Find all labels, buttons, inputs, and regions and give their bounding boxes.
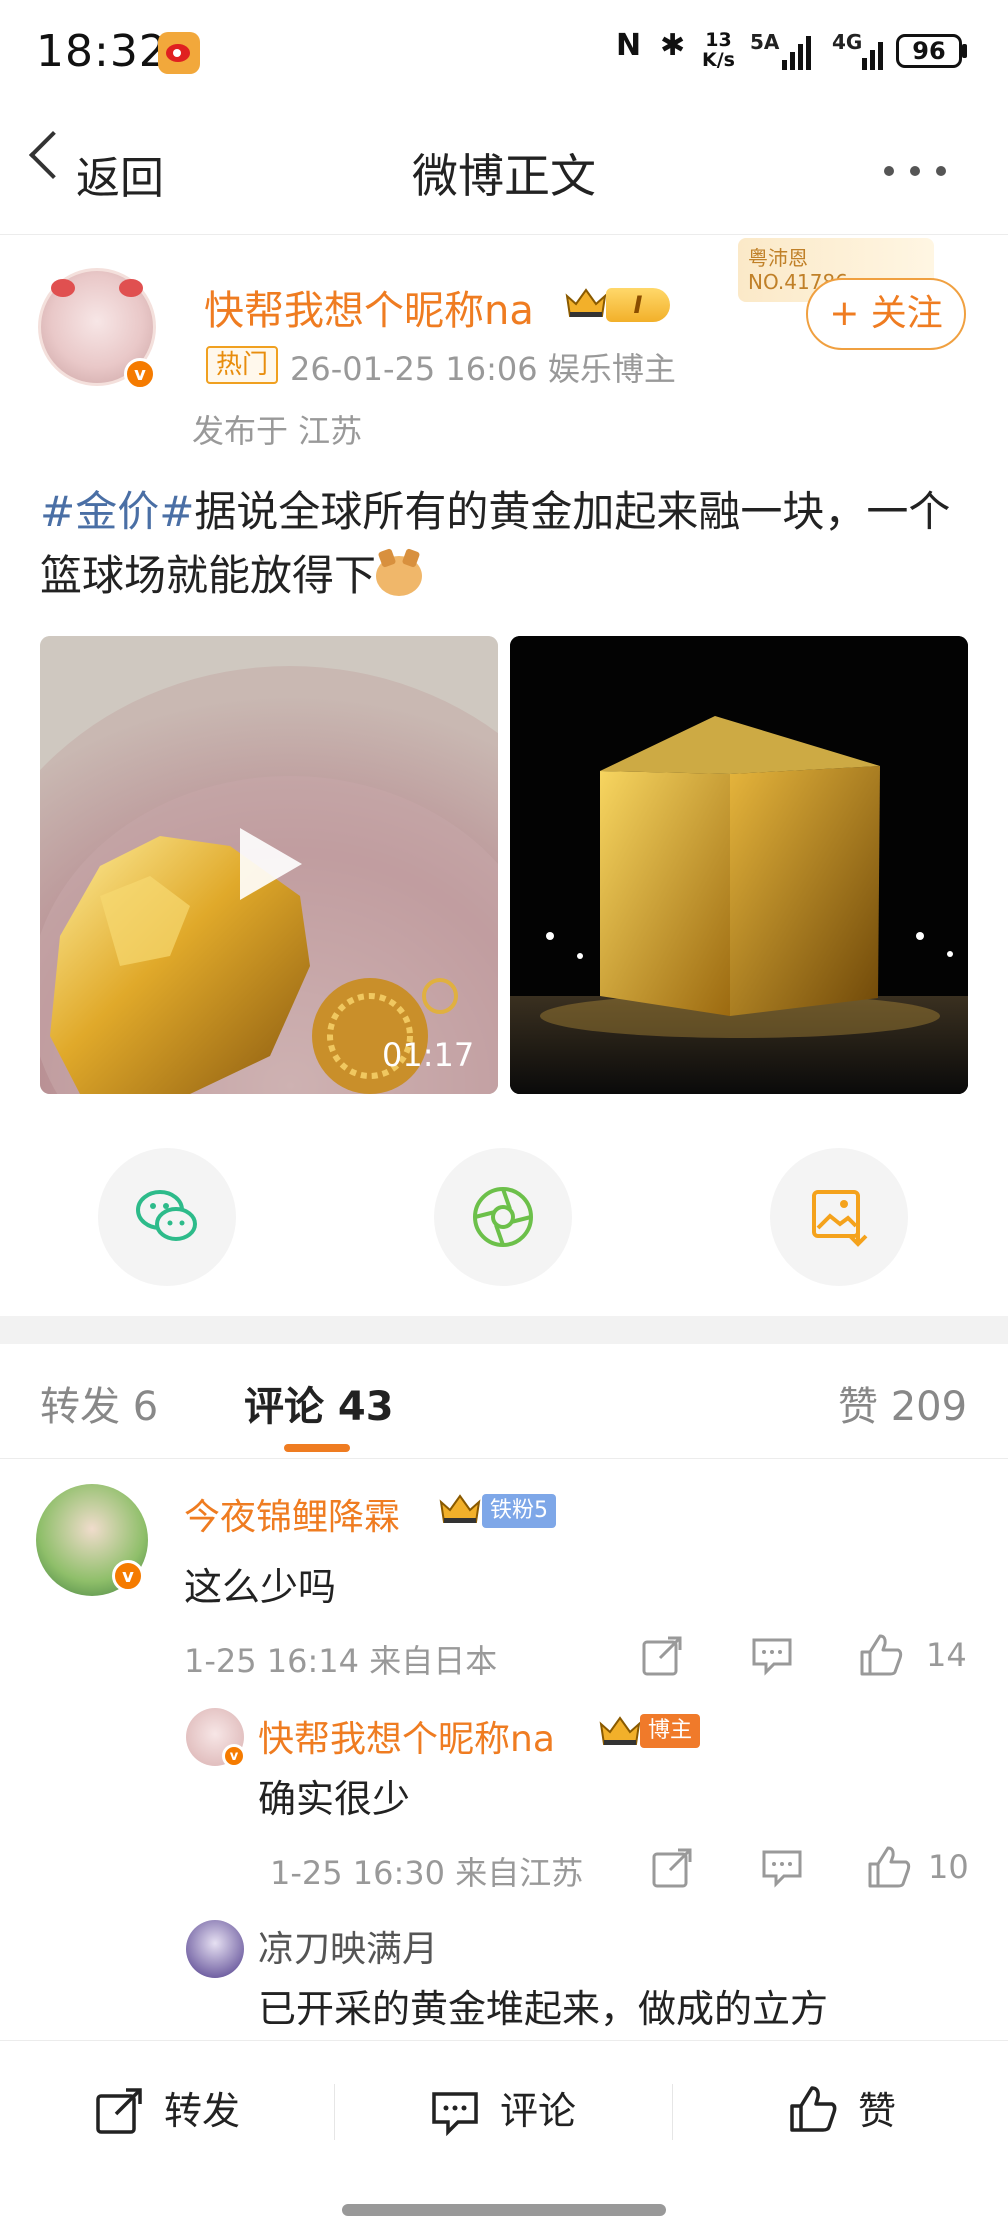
bottom-repost-button[interactable]: 转发 xyxy=(164,2080,240,2135)
comment-like-count: 14 xyxy=(926,1636,967,1674)
save-image-icon xyxy=(812,1190,868,1247)
bottom-comment-button[interactable]: 评论 xyxy=(500,2080,576,2135)
wechat-icon xyxy=(136,1190,197,1241)
like-icon[interactable] xyxy=(858,1632,904,1678)
like-icon xyxy=(790,2086,837,2132)
reply-meta: 1-25 16:30 来自江苏 xyxy=(270,1854,584,1892)
blogger-badge: 博主 xyxy=(640,1714,701,1748)
gold-cube-image[interactable] xyxy=(510,636,968,1094)
post-location: 发布于 江苏 xyxy=(192,412,363,450)
verified-badge-icon: v xyxy=(112,1560,144,1592)
topic-link[interactable]: #金价# xyxy=(40,487,194,536)
repost-icon xyxy=(96,2088,142,2134)
reply-like-count: 10 xyxy=(928,1848,969,1886)
reply-text: 已开采的黄金堆起来，做成的立方 xyxy=(258,1987,829,2031)
battery-tip-icon xyxy=(962,44,967,58)
reply-avatar[interactable] xyxy=(186,1920,244,1978)
reply-author-name[interactable]: 凉刀映满月 xyxy=(258,1920,438,1972)
reply-author-name[interactable]: 快帮我想个昵称na xyxy=(258,1710,555,1762)
save-image-button[interactable] xyxy=(770,1148,908,1286)
hot-tag: 热门 xyxy=(206,346,279,384)
tab-repost[interactable]: 转发 6 xyxy=(40,1374,158,1432)
network-speed: 13 K/s xyxy=(702,29,735,71)
signal-2-label: 4G xyxy=(832,30,863,54)
crown-icon xyxy=(599,1716,641,1745)
author-name[interactable]: 快帮我想个昵称na xyxy=(204,278,534,336)
post-time: 26-01-25 16:06 娱乐博主 xyxy=(290,350,676,388)
comment-meta: 1-25 16:14 来自日本 xyxy=(184,1642,498,1680)
fan-level-badge: 铁粉5 xyxy=(482,1494,556,1528)
signal-1-label: 5A xyxy=(750,30,780,54)
share-wechat-button[interactable] xyxy=(98,1148,236,1286)
comment-icon[interactable] xyxy=(760,1848,804,1888)
moments-icon xyxy=(473,1187,533,1247)
signal-1-bars-icon xyxy=(782,34,811,70)
play-icon[interactable] xyxy=(240,828,302,900)
level-badge: I xyxy=(606,288,670,322)
home-indicator[interactable] xyxy=(342,2204,666,2216)
tab-active-indicator xyxy=(284,1444,350,1452)
weibo-app-icon xyxy=(158,32,200,74)
crown-icon xyxy=(565,288,607,317)
comment-icon[interactable] xyxy=(750,1636,794,1676)
tabs-divider xyxy=(0,1458,1008,1459)
comment-author-name[interactable]: 今夜锦鲤降霖 xyxy=(184,1488,400,1540)
bottom-separator xyxy=(672,2084,673,2140)
dog-emoji-icon xyxy=(376,556,423,596)
bluetooth-icon: ✱ xyxy=(660,28,686,63)
more-options-icon[interactable] xyxy=(884,166,946,176)
battery-indicator: 96 xyxy=(896,34,962,68)
post-content: #金价#据说全球所有的黄金加起来融一块，一个篮球场就能放得下 xyxy=(40,480,970,608)
bottom-like-button[interactable]: 赞 xyxy=(858,2080,896,2135)
verified-badge-icon: v xyxy=(124,358,156,390)
repost-icon[interactable] xyxy=(650,1846,694,1890)
signal-2-bars-icon xyxy=(862,34,883,70)
status-time: 18:32 xyxy=(36,26,168,77)
section-separator xyxy=(0,1316,1008,1344)
tab-comment[interactable]: 评论 43 xyxy=(244,1374,394,1432)
nfc-icon: N xyxy=(616,28,642,63)
tab-like[interactable]: 赞 209 xyxy=(838,1374,967,1432)
repost-icon[interactable] xyxy=(640,1634,684,1678)
comment-icon xyxy=(432,2092,478,2136)
video-duration: 01:17 xyxy=(382,1036,475,1074)
nav-divider xyxy=(0,234,1008,235)
like-icon[interactable] xyxy=(866,1844,912,1890)
comment-text: 这么少吗 xyxy=(184,1565,337,1609)
bottom-separator xyxy=(334,2084,335,2140)
verified-badge-icon: v xyxy=(222,1744,246,1768)
reply-text: 确实很少 xyxy=(258,1777,411,1821)
status-bar: 18:32 N ✱ 13 K/s 5A 4G 96 xyxy=(0,0,1008,110)
share-moments-button[interactable] xyxy=(434,1148,572,1286)
page-title: 微博正文 xyxy=(412,149,596,203)
follow-button[interactable]: + 关注 xyxy=(806,278,966,350)
crown-icon xyxy=(439,1494,481,1523)
